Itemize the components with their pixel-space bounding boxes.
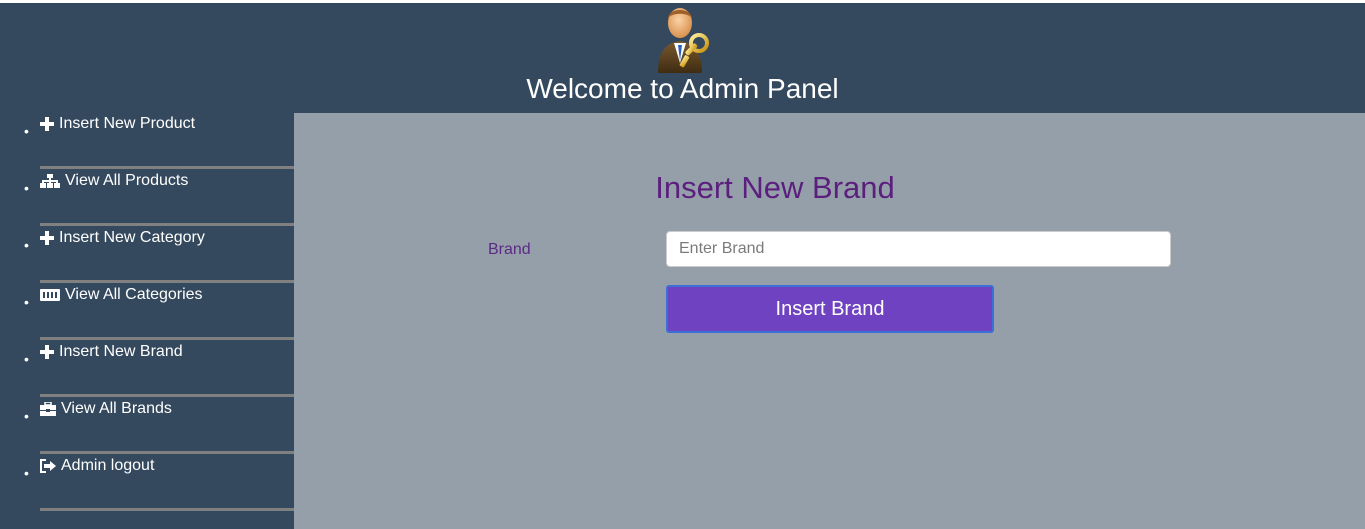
sidebar-link-view-all-categories[interactable]: View All Categories <box>40 286 203 304</box>
divider <box>40 508 294 511</box>
page-title: Welcome to Admin Panel <box>526 73 839 104</box>
main-content: Insert New Brand Brand Insert Brand <box>294 113 1365 529</box>
sidebar-link-view-all-brands[interactable]: View All Brands <box>40 400 172 418</box>
insert-brand-button[interactable]: Insert Brand <box>666 285 994 333</box>
sidebar-item-insert-new-category: • Insert New Category <box>0 227 294 284</box>
divider <box>40 223 294 226</box>
sidebar-link-insert-new-category[interactable]: Insert New Category <box>40 229 205 247</box>
sidebar-item-insert-new-brand: • Insert New Brand <box>0 341 294 398</box>
sitemap-icon <box>40 174 60 188</box>
sidebar-menu: • Insert New Product • View All Products… <box>0 113 294 512</box>
sidebar-item-label: View All Categories <box>65 286 203 303</box>
sidebar-item-view-all-products: • View All Products <box>0 170 294 227</box>
sidebar-link-view-all-products[interactable]: View All Products <box>40 172 188 190</box>
header: Welcome to Admin Panel <box>0 3 1365 113</box>
sidebar-item-label: Insert New Category <box>59 229 205 246</box>
sidebar: • Insert New Product • View All Products… <box>0 113 294 529</box>
sidebar-item-admin-logout: • Admin logout <box>0 455 294 512</box>
sidebar-link-insert-new-brand[interactable]: Insert New Brand <box>40 343 183 361</box>
brand-input[interactable] <box>666 231 1171 267</box>
plus-icon <box>40 345 54 359</box>
bullet: • <box>24 237 29 253</box>
plus-icon <box>40 231 54 245</box>
sidebar-link-admin-logout[interactable]: Admin logout <box>40 457 154 475</box>
divider <box>40 166 294 169</box>
sidebar-item-label: View All Brands <box>61 400 172 417</box>
bullet: • <box>24 180 29 196</box>
sidebar-item-view-all-brands: • View All Brands <box>0 398 294 455</box>
divider <box>40 280 294 283</box>
ticket-icon <box>40 289 60 301</box>
bullet: • <box>24 408 29 424</box>
toolbox-icon <box>40 402 56 416</box>
admin-user-with-key-icon <box>658 8 709 73</box>
plus-icon <box>40 117 54 131</box>
divider <box>40 394 294 397</box>
sidebar-item-label: Insert New Product <box>59 115 196 132</box>
bullet: • <box>24 351 29 367</box>
bullet: • <box>24 294 29 310</box>
divider <box>40 451 294 454</box>
brand-label: Brand <box>488 241 531 258</box>
sidebar-item-label: Admin logout <box>61 457 155 474</box>
sidebar-item-label: Insert New Brand <box>59 343 183 360</box>
sign-out-icon <box>40 459 56 473</box>
bullet: • <box>24 123 29 139</box>
sidebar-link-insert-new-product[interactable]: Insert New Product <box>40 115 195 133</box>
divider <box>40 337 294 340</box>
form-heading: Insert New Brand <box>655 170 895 205</box>
sidebar-item-insert-new-product: • Insert New Product <box>0 113 294 170</box>
sidebar-item-view-all-categories: • View All Categories <box>0 284 294 341</box>
sidebar-item-label: View All Products <box>65 172 189 189</box>
bullet: • <box>24 465 29 481</box>
